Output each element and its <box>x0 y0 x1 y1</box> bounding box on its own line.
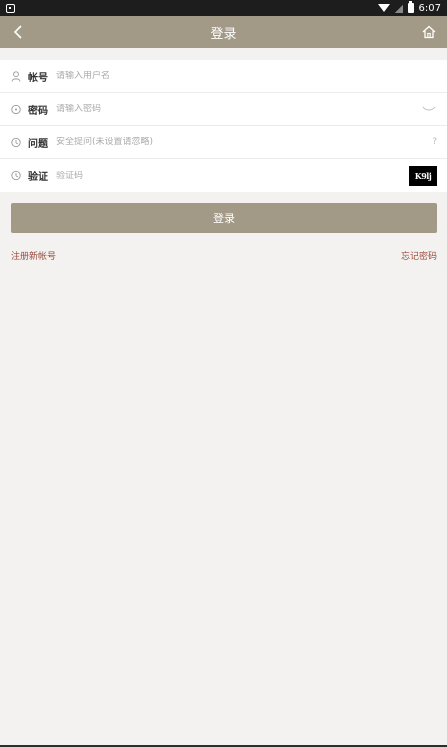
login-form: 帐号 密码 问题 ? <box>0 60 447 192</box>
captcha-input[interactable] <box>56 170 409 181</box>
account-input[interactable] <box>56 71 437 81</box>
account-row: 帐号 <box>0 60 447 93</box>
question-hint[interactable]: ? <box>432 137 437 147</box>
register-link[interactable]: 注册新帐号 <box>11 249 56 262</box>
account-label: 帐号 <box>28 72 48 84</box>
home-button[interactable] <box>419 22 439 42</box>
question-row: 问题 ? <box>0 126 447 159</box>
captcha-image[interactable]: K9lj <box>409 165 437 186</box>
eye-closed-icon[interactable] <box>421 104 437 114</box>
user-icon <box>10 70 22 82</box>
captcha-text: K9lj <box>414 170 432 181</box>
captcha-row: 验证 K9lj <box>0 159 447 192</box>
question-input[interactable] <box>56 137 433 147</box>
password-input[interactable] <box>56 104 421 114</box>
chevron-left-icon <box>13 25 22 39</box>
back-button[interactable] <box>8 22 28 42</box>
password-label: 密码 <box>28 105 48 117</box>
captcha-label: 验证 <box>28 172 48 183</box>
shield-icon <box>10 170 22 182</box>
signal-icon <box>394 3 403 13</box>
header-bar: 登录 <box>0 16 447 48</box>
page-title: 登录 <box>210 26 237 42</box>
question-icon <box>10 136 22 148</box>
notification-app-icon <box>6 3 15 13</box>
battery-icon <box>407 1 414 13</box>
lock-icon <box>10 103 22 115</box>
status-bar: 6:07 <box>0 0 447 16</box>
status-time: 6:07 <box>418 2 441 14</box>
wifi-icon <box>377 4 390 12</box>
status-left <box>6 3 15 13</box>
question-label: 问题 <box>28 138 48 150</box>
forgot-password-link[interactable]: 忘记密码 <box>401 249 437 262</box>
password-row: 密码 <box>0 93 447 126</box>
status-right: 6:07 <box>377 1 441 14</box>
login-button[interactable]: 登录 <box>11 203 437 233</box>
home-icon <box>422 25 436 39</box>
